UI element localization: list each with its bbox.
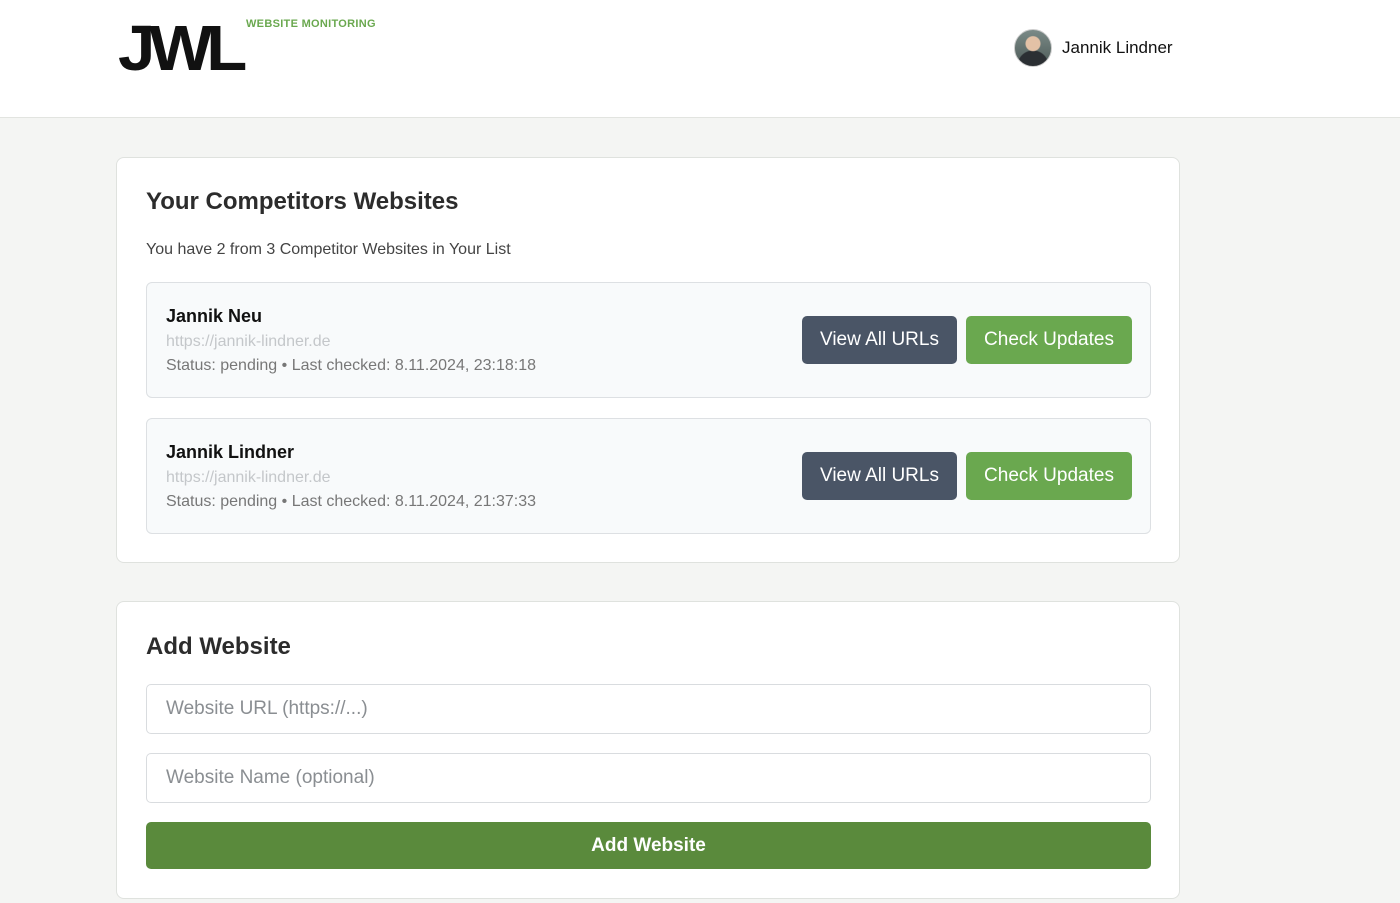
site-url: https://jannik-lindner.de — [166, 333, 331, 350]
competitors-title: Your Competitors Websites — [146, 188, 459, 215]
website-name-input[interactable] — [146, 753, 1151, 803]
site-url: https://jannik-lindner.de — [166, 469, 331, 486]
view-all-urls-button[interactable]: View All URLs — [802, 316, 957, 364]
user-name: Jannik Lindner — [1062, 38, 1173, 57]
site-name: Jannik Lindner — [166, 442, 295, 462]
add-website-card: Add Website Add Website — [116, 601, 1180, 899]
competitors-card: Your Competitors Websites You have 2 fro… — [116, 157, 1180, 563]
site-name: Jannik Neu — [166, 306, 263, 326]
logo-subtitle: WEBSITE MONITORING — [246, 18, 376, 30]
competitor-site-item: Jannik Lindner https://jannik-lindner.de… — [146, 418, 1151, 534]
check-updates-button[interactable]: Check Updates — [966, 316, 1132, 364]
competitor-site-item: Jannik Neu https://jannik-lindner.de Sta… — [146, 282, 1151, 398]
view-all-urls-button[interactable]: View All URLs — [802, 452, 957, 500]
competitors-summary: You have 2 from 3 Competitor Websites in… — [146, 241, 511, 258]
logo[interactable]: JWL WEBSITE MONITORING — [118, 16, 378, 80]
top-bar: JWL WEBSITE MONITORING Jannik Lindner — [0, 0, 1400, 118]
site-status: Status: pending • Last checked: 8.11.202… — [166, 357, 537, 374]
website-url-input[interactable] — [146, 684, 1151, 734]
logo-mark: JWL — [118, 12, 247, 84]
avatar — [1014, 29, 1052, 67]
check-updates-button[interactable]: Check Updates — [966, 452, 1132, 500]
add-website-button[interactable]: Add Website — [146, 822, 1151, 869]
add-website-title: Add Website — [146, 633, 291, 660]
user-menu[interactable]: Jannik Lindner — [1014, 29, 1173, 67]
site-status: Status: pending • Last checked: 8.11.202… — [166, 493, 537, 510]
